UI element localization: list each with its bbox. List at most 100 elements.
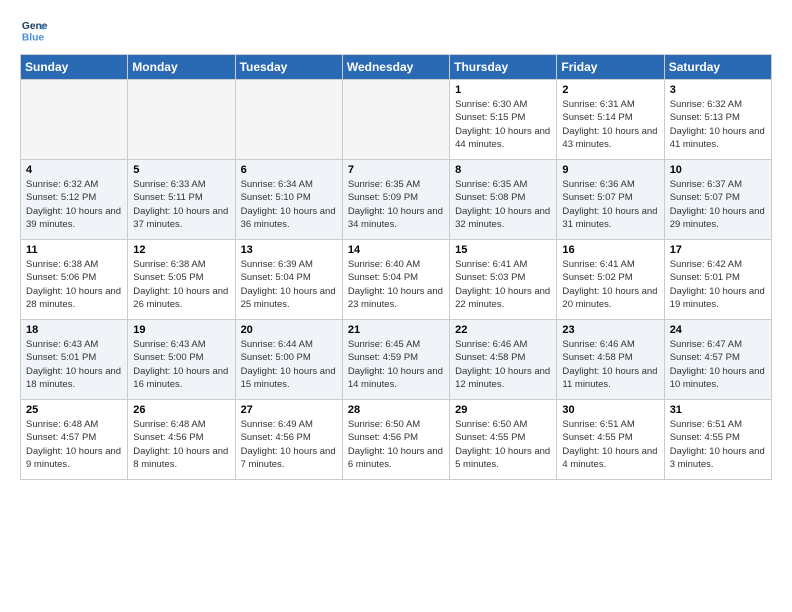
day-cell: 8 Sunrise: 6:35 AM Sunset: 5:08 PM Daylig… xyxy=(450,160,557,240)
weekday-header-tuesday: Tuesday xyxy=(235,55,342,80)
day-cell xyxy=(342,80,449,160)
day-number: 9 xyxy=(562,164,658,176)
weekday-header-friday: Friday xyxy=(557,55,664,80)
day-number: 26 xyxy=(133,404,229,416)
day-number: 31 xyxy=(670,404,766,416)
day-info: Sunrise: 6:49 AM Sunset: 4:56 PM Dayligh… xyxy=(241,418,337,471)
day-info: Sunrise: 6:31 AM Sunset: 5:14 PM Dayligh… xyxy=(562,98,658,151)
day-cell xyxy=(21,80,128,160)
day-cell: 12Sunrise: 6:38 AM Sunset: 5:05 PM Dayli… xyxy=(128,240,235,320)
day-number: 25 xyxy=(26,404,122,416)
day-info: Sunrise: 6:35 AM Sunset: 5:08 PM Dayligh… xyxy=(455,178,551,231)
day-info: Sunrise: 6:50 AM Sunset: 4:55 PM Dayligh… xyxy=(455,418,551,471)
day-cell: 22Sunrise: 6:46 AM Sunset: 4:58 PM Dayli… xyxy=(450,320,557,400)
day-info: Sunrise: 6:41 AM Sunset: 5:03 PM Dayligh… xyxy=(455,258,551,311)
week-row-4: 18Sunrise: 6:43 AM Sunset: 5:01 PM Dayli… xyxy=(21,320,772,400)
day-info: Sunrise: 6:32 AM Sunset: 5:13 PM Dayligh… xyxy=(670,98,766,151)
day-number: 1 xyxy=(455,84,551,96)
day-number: 28 xyxy=(348,404,444,416)
day-cell: 15Sunrise: 6:41 AM Sunset: 5:03 PM Dayli… xyxy=(450,240,557,320)
day-number: 24 xyxy=(670,324,766,336)
day-cell: 13 Sunrise: 6:39 AM Sunset: 5:04 PM Dayli… xyxy=(235,240,342,320)
day-info: Sunrise: 6:46 AM Sunset: 4:58 PM Dayligh… xyxy=(562,338,658,391)
day-cell: 11 Sunrise: 6:38 AM Sunset: 5:06 PM Dayli… xyxy=(21,240,128,320)
day-number: 13 xyxy=(241,244,337,256)
day-number: 29 xyxy=(455,404,551,416)
day-cell: 7Sunrise: 6:35 AM Sunset: 5:09 PM Daylig… xyxy=(342,160,449,240)
week-row-5: 25 Sunrise: 6:48 AM Sunset: 4:57 PM Dayli… xyxy=(21,400,772,480)
day-info: Sunrise: 6:39 AM Sunset: 5:04 PM Dayligh… xyxy=(241,258,337,311)
day-info: Sunrise: 6:44 AM Sunset: 5:00 PM Dayligh… xyxy=(241,338,337,391)
day-info: Sunrise: 6:38 AM Sunset: 5:06 PM Dayligh… xyxy=(26,258,122,311)
day-info: Sunrise: 6:32 AM Sunset: 5:12 PM Dayligh… xyxy=(26,178,122,231)
day-cell: 9 Sunrise: 6:36 AM Sunset: 5:07 PM Daylig… xyxy=(557,160,664,240)
day-cell: 6 Sunrise: 6:34 AM Sunset: 5:10 PM Daylig… xyxy=(235,160,342,240)
day-cell: 2Sunrise: 6:31 AM Sunset: 5:14 PM Daylig… xyxy=(557,80,664,160)
day-info: Sunrise: 6:34 AM Sunset: 5:10 PM Dayligh… xyxy=(241,178,337,231)
page-header: General Blue xyxy=(20,16,772,44)
day-number: 12 xyxy=(133,244,229,256)
day-info: Sunrise: 6:48 AM Sunset: 4:56 PM Dayligh… xyxy=(133,418,229,471)
day-cell: 17 Sunrise: 6:42 AM Sunset: 5:01 PM Dayli… xyxy=(664,240,771,320)
day-cell: 5 Sunrise: 6:33 AM Sunset: 5:11 PM Daylig… xyxy=(128,160,235,240)
week-row-1: 1 Sunrise: 6:30 AM Sunset: 5:15 PM Daylig… xyxy=(21,80,772,160)
day-info: Sunrise: 6:30 AM Sunset: 5:15 PM Dayligh… xyxy=(455,98,551,151)
logo: General Blue xyxy=(20,16,48,44)
day-number: 10 xyxy=(670,164,766,176)
day-number: 21 xyxy=(348,324,444,336)
day-number: 22 xyxy=(455,324,551,336)
day-number: 3 xyxy=(670,84,766,96)
day-cell xyxy=(235,80,342,160)
week-row-3: 11 Sunrise: 6:38 AM Sunset: 5:06 PM Dayli… xyxy=(21,240,772,320)
day-cell: 20 Sunrise: 6:44 AM Sunset: 5:00 PM Dayli… xyxy=(235,320,342,400)
day-number: 27 xyxy=(241,404,337,416)
day-number: 16 xyxy=(562,244,658,256)
day-number: 18 xyxy=(26,324,122,336)
day-info: Sunrise: 6:37 AM Sunset: 5:07 PM Dayligh… xyxy=(670,178,766,231)
day-number: 6 xyxy=(241,164,337,176)
day-cell: 14 Sunrise: 6:40 AM Sunset: 5:04 PM Dayli… xyxy=(342,240,449,320)
day-cell: 23 Sunrise: 6:46 AM Sunset: 4:58 PM Dayli… xyxy=(557,320,664,400)
day-cell: 10 Sunrise: 6:37 AM Sunset: 5:07 PM Dayli… xyxy=(664,160,771,240)
day-cell: 18Sunrise: 6:43 AM Sunset: 5:01 PM Dayli… xyxy=(21,320,128,400)
day-number: 17 xyxy=(670,244,766,256)
weekday-header-row: SundayMondayTuesdayWednesdayThursdayFrid… xyxy=(21,55,772,80)
day-number: 4 xyxy=(26,164,122,176)
day-number: 23 xyxy=(562,324,658,336)
week-row-2: 4 Sunrise: 6:32 AM Sunset: 5:12 PM Daylig… xyxy=(21,160,772,240)
day-info: Sunrise: 6:35 AM Sunset: 5:09 PM Dayligh… xyxy=(348,178,444,231)
day-info: Sunrise: 6:45 AM Sunset: 4:59 PM Dayligh… xyxy=(348,338,444,391)
day-info: Sunrise: 6:41 AM Sunset: 5:02 PM Dayligh… xyxy=(562,258,658,311)
day-cell: 26 Sunrise: 6:48 AM Sunset: 4:56 PM Dayli… xyxy=(128,400,235,480)
day-number: 8 xyxy=(455,164,551,176)
day-number: 5 xyxy=(133,164,229,176)
day-number: 11 xyxy=(26,244,122,256)
logo-icon: General Blue xyxy=(20,16,48,44)
calendar-table: SundayMondayTuesdayWednesdayThursdayFrid… xyxy=(20,54,772,480)
svg-text:Blue: Blue xyxy=(22,32,45,43)
day-info: Sunrise: 6:33 AM Sunset: 5:11 PM Dayligh… xyxy=(133,178,229,231)
day-number: 14 xyxy=(348,244,444,256)
day-cell: 1 Sunrise: 6:30 AM Sunset: 5:15 PM Daylig… xyxy=(450,80,557,160)
day-info: Sunrise: 6:43 AM Sunset: 5:00 PM Dayligh… xyxy=(133,338,229,391)
day-info: Sunrise: 6:36 AM Sunset: 5:07 PM Dayligh… xyxy=(562,178,658,231)
weekday-header-sunday: Sunday xyxy=(21,55,128,80)
day-number: 20 xyxy=(241,324,337,336)
day-info: Sunrise: 6:50 AM Sunset: 4:56 PM Dayligh… xyxy=(348,418,444,471)
day-info: Sunrise: 6:40 AM Sunset: 5:04 PM Dayligh… xyxy=(348,258,444,311)
day-info: Sunrise: 6:48 AM Sunset: 4:57 PM Dayligh… xyxy=(26,418,122,471)
day-info: Sunrise: 6:42 AM Sunset: 5:01 PM Dayligh… xyxy=(670,258,766,311)
weekday-header-monday: Monday xyxy=(128,55,235,80)
day-cell: 29 Sunrise: 6:50 AM Sunset: 4:55 PM Dayli… xyxy=(450,400,557,480)
day-cell: 4 Sunrise: 6:32 AM Sunset: 5:12 PM Daylig… xyxy=(21,160,128,240)
day-cell: 19Sunrise: 6:43 AM Sunset: 5:00 PM Dayli… xyxy=(128,320,235,400)
day-cell: 28 Sunrise: 6:50 AM Sunset: 4:56 PM Dayli… xyxy=(342,400,449,480)
day-cell: 30Sunrise: 6:51 AM Sunset: 4:55 PM Dayli… xyxy=(557,400,664,480)
day-info: Sunrise: 6:51 AM Sunset: 4:55 PM Dayligh… xyxy=(670,418,766,471)
day-number: 30 xyxy=(562,404,658,416)
day-cell: 16 Sunrise: 6:41 AM Sunset: 5:02 PM Dayli… xyxy=(557,240,664,320)
day-cell: 24 Sunrise: 6:47 AM Sunset: 4:57 PM Dayli… xyxy=(664,320,771,400)
day-cell: 21 Sunrise: 6:45 AM Sunset: 4:59 PM Dayli… xyxy=(342,320,449,400)
day-cell xyxy=(128,80,235,160)
day-info: Sunrise: 6:47 AM Sunset: 4:57 PM Dayligh… xyxy=(670,338,766,391)
